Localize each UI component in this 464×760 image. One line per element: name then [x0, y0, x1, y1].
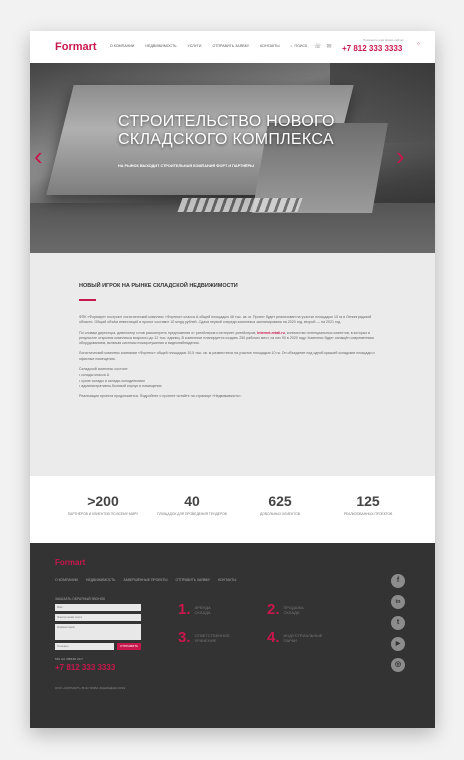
title-accent	[79, 299, 96, 301]
stat-label: ДОВОЛЬНЫХ КЛИЕНТОВ	[260, 512, 300, 516]
article-link[interactable]: Internet-retail.ru	[257, 331, 285, 335]
service-sale[interactable]: 2. ПРОДАЖА СКЛАДА	[267, 601, 334, 618]
logo[interactable]: Formart	[55, 41, 97, 53]
footer-nav: О КОМПАНИИ НЕДВИЖИМОСТЬ ЗАВЕРШЁННЫЕ ПРОЕ…	[55, 578, 244, 582]
stat-label: ПЛОЩАДОК ДЛЯ ПРОВЕДЕНИЯ ТЕНДЕРОВ	[157, 512, 227, 516]
stat-clients: 625 ДОВОЛЬНЫХ КЛИЕНТОВ	[243, 493, 317, 516]
hero-title-line1: СТРОИТЕЛЬСТВО НОВОГО	[118, 113, 335, 130]
nav-about[interactable]: О КОМПАНИИ	[110, 44, 134, 48]
copyright: ООО «ФОРМАРТ» ВСЕ ПРАВА ЗАЩИЩЕНЫ 2019	[55, 686, 126, 690]
article-section: НОВЫЙ ИГРОК НА РЫНКЕ СКЛАДСКОЙ НЕДВИЖИМО…	[30, 253, 435, 476]
list-title: Складской комплекс состоит:	[79, 367, 129, 372]
article-closing: Реализация проекта продолжается. Подробн…	[79, 394, 242, 399]
service-label: ПРОДАЖА СКЛАДА	[284, 605, 334, 615]
footer-nav-request[interactable]: ОТПРАВИТЬ ЗАЯВКУ	[176, 578, 211, 582]
text: ХРАНЕНИЕ	[194, 637, 217, 643]
service-label: АРЕНДА СКЛАДА	[195, 605, 245, 615]
article-title: НОВЫЙ ИГРОК НА РЫНКЕ СКЛАДСКОЙ НЕДВИЖИМО…	[79, 283, 238, 289]
site-footer: Formart О КОМПАНИИ НЕДВИЖИМОСТЬ ЗАВЕРШЁН…	[30, 543, 435, 728]
stat-value: 40	[184, 493, 200, 509]
article-paragraph: ФПК «Формарт» построит логистический ком…	[79, 315, 372, 325]
stats-section: >200 ПАРТНЁРОВ И КЛИЕНТОВ ПО ВСЕМУ МИРУ …	[30, 476, 435, 543]
service-storage[interactable]: 3. ОТВЕТСТВЕННОЕ ХРАНЕНИЕ	[178, 629, 245, 646]
service-rent[interactable]: 1. АРЕНДА СКЛАДА	[178, 601, 245, 618]
service-number: 1.	[178, 601, 191, 618]
name-field[interactable]: Имя	[55, 604, 141, 611]
search-button[interactable]: ⌕ ПОИСК	[291, 44, 308, 48]
footer-nav-projects[interactable]: ЗАВЕРШЁННЫЕ ПРОЕКТЫ	[123, 578, 167, 582]
facebook-icon[interactable]: f	[391, 574, 405, 588]
service-parks[interactable]: 4. ИНДУСТРИАЛЬНЫЕ ПАРКИ	[267, 629, 334, 646]
chevron-left-icon[interactable]: ‹	[34, 143, 43, 169]
stat-label: ПАРТНЁРОВ И КЛИЕНТОВ ПО ВСЕМУ МИРУ	[67, 512, 139, 516]
stat-value: 625	[268, 493, 292, 509]
text: СКЛАДА	[283, 609, 300, 615]
hero-title: СТРОИТЕЛЬСТВО НОВОГО СКЛАДСКОГО КОМПЛЕКС…	[118, 113, 378, 149]
twitter-icon[interactable]: t	[391, 616, 405, 630]
stat-label: РЕАЛИЗОВАННЫХ ПРОЕКТОВ	[343, 512, 393, 516]
stat-projects: 125 РЕАЛИЗОВАННЫХ ПРОЕКТОВ	[331, 493, 405, 516]
footer-logo[interactable]: Formart	[55, 558, 85, 567]
text: СКЛАДА	[194, 609, 211, 615]
mail-icon[interactable]: ✉	[327, 43, 332, 50]
list-item: административно-бытовой корпус и помещен…	[79, 384, 384, 389]
footer-phone-label: МЫ НА СВЯЗИ 24/7	[55, 657, 83, 661]
stat-platforms: 40 ПЛОЩАДОК ДЛЯ ПРОВЕДЕНИЯ ТЕНДЕРОВ	[155, 493, 229, 516]
article-paragraph: Логистический комплекс компании «Фортекс…	[79, 351, 375, 361]
search-label: ПОИСК	[294, 44, 308, 48]
instagram-icon[interactable]: ◎	[391, 658, 405, 672]
linkedin-icon[interactable]: in	[391, 595, 405, 609]
email-field[interactable]: Электронная почта	[55, 614, 141, 621]
youtube-icon[interactable]: ▶	[391, 637, 405, 651]
service-label: ИНДУСТРИАЛЬНЫЕ ПАРКИ	[284, 633, 334, 643]
site-header: Formart О КОМПАНИИ НЕДВИЖИМОСТЬ УСЛУГИ О…	[30, 31, 435, 63]
send-button[interactable]: ОТПРАВИТЬ	[117, 643, 141, 650]
service-number: 2.	[267, 601, 280, 618]
chevron-right-icon[interactable]: ›	[396, 143, 405, 169]
stat-value: >200	[87, 493, 119, 509]
article-paragraph: По словам директора, девелопер готов рас…	[79, 331, 384, 347]
footer-phone[interactable]: +7 812 333 3333	[55, 663, 115, 672]
feature-list: склады класса А сухие склады и склады-хо…	[79, 373, 384, 389]
service-number: 3.	[178, 629, 191, 646]
text: По словам директора, девелопер готов рас…	[79, 330, 258, 335]
page-frame: Formart О КОМПАНИИ НЕДВИЖИМОСТЬ УСЛУГИ О…	[30, 31, 435, 728]
nav-services[interactable]: УСЛУГИ	[188, 44, 202, 48]
footer-nav-realty[interactable]: НЕДВИЖИМОСТЬ	[86, 578, 115, 582]
header-phone[interactable]: +7 812 333 3333	[342, 44, 402, 53]
nav-contacts[interactable]: КОНТАКТЫ	[260, 44, 279, 48]
text: ПАРКИ	[283, 637, 297, 643]
search-icon: ⌕	[290, 44, 293, 48]
article-body: ФПК «Формарт» построит логистический ком…	[79, 315, 384, 405]
service-label: ОТВЕТСТВЕННОЕ ХРАНЕНИЕ	[195, 633, 245, 643]
service-number: 4.	[267, 629, 280, 646]
hero-title-line2: СКЛАДСКОГО КОМПЛЕКСА	[118, 131, 334, 148]
comment-field[interactable]: Комментарий	[55, 624, 141, 640]
phone-icon[interactable]: ☏	[314, 43, 322, 50]
callback-form-label: ЗАКАЗАТЬ ОБРАТНЫЙ ЗВОНОК	[55, 597, 106, 601]
menu-icon[interactable]: ⁘	[416, 41, 421, 48]
header-call-note: Позвоните нам прямо сейчас	[363, 38, 404, 42]
nav-request[interactable]: ОТПРАВИТЬ ЗАЯВКУ	[212, 44, 249, 48]
hero-slider: СТРОИТЕЛЬСТВО НОВОГО СКЛАДСКОГО КОМПЛЕКС…	[30, 63, 435, 253]
stat-partners: >200 ПАРТНЁРОВ И КЛИЕНТОВ ПО ВСЕМУ МИРУ	[66, 493, 140, 516]
footer-nav-contacts[interactable]: КОНТАКТЫ	[218, 578, 236, 582]
phone-field[interactable]: Телефон	[55, 643, 114, 650]
hero-subtitle: НА РЫНОК ВЫХОДИТ СТРОИТЕЛЬНАЯ КОМПАНИЯ Ф…	[118, 164, 254, 168]
main-nav: О КОМПАНИИ НЕДВИЖИМОСТЬ УСЛУГИ ОТПРАВИТЬ…	[110, 44, 318, 48]
header-icons: ☏ ✉	[314, 43, 332, 50]
hero-bg-trucks	[177, 198, 303, 212]
nav-realty[interactable]: НЕДВИЖИМОСТЬ	[145, 44, 176, 48]
stat-value: 125	[356, 493, 380, 509]
footer-nav-about[interactable]: О КОМПАНИИ	[55, 578, 78, 582]
